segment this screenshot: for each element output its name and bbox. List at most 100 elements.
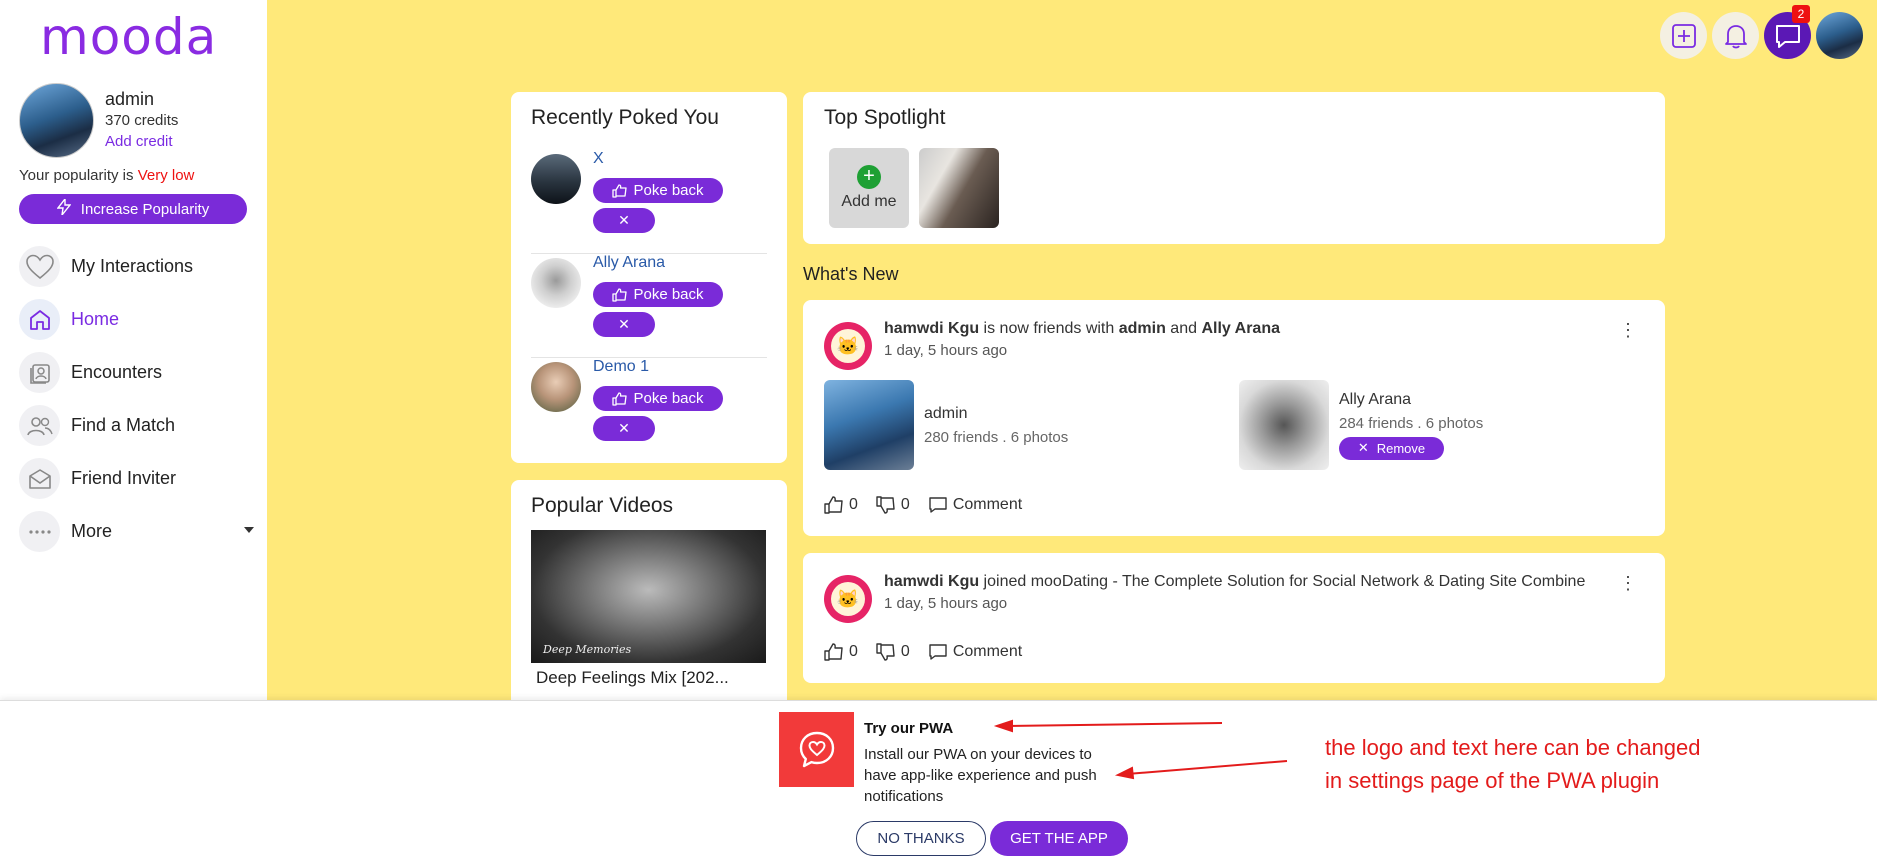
annotation-line: in settings page of the PWA plugin [1325, 768, 1660, 793]
sidebar-item-label: My Interactions [71, 256, 194, 276]
message-count-badge: 2 [1792, 5, 1810, 23]
pwa-install-banner: Try our PWA Install our PWA on your devi… [0, 700, 1877, 864]
add-credit-link[interactable]: Add credit [105, 131, 178, 152]
video-thumbnail-caption: Deep Memories [543, 643, 632, 656]
avatar[interactable] [531, 362, 581, 412]
sidebar-item-my-interactions[interactable]: My Interactions [19, 240, 254, 293]
top-spotlight-card: Top Spotlight + Add me [803, 92, 1665, 244]
sidebar-item-find-a-match[interactable]: Find a Match [19, 399, 254, 452]
avatar[interactable] [531, 258, 581, 308]
dislike-button[interactable]: 0 [876, 496, 910, 514]
thumb-up-icon [612, 183, 628, 198]
like-count: 0 [849, 643, 858, 660]
messages-button[interactable]: 2 [1764, 5, 1811, 59]
cat-icon: 🐱 [831, 582, 865, 616]
users-icon [19, 405, 60, 446]
feed-actions: 0 0 Comment [824, 496, 1040, 514]
poke-back-label: Poke back [633, 390, 704, 407]
poke-item: X Poke back ✕ [531, 150, 767, 254]
recently-poked-card: Recently Poked You X Poke back ✕ Ally Ar… [511, 92, 787, 463]
close-icon: ✕ [618, 316, 630, 332]
sidebar-item-label: More [71, 521, 113, 541]
friend-name[interactable]: Ally Arana [1339, 391, 1483, 409]
profile-summary: admin 370 credits Add credit [19, 83, 178, 158]
video-title[interactable]: Deep Feelings Mix [202... [536, 668, 729, 688]
close-icon: ✕ [1357, 440, 1369, 455]
increase-popularity-button[interactable]: Increase Popularity [19, 194, 247, 224]
remove-label: Remove [1376, 440, 1426, 456]
annotation-line: the logo and text here can be changed [1325, 735, 1701, 760]
poke-user-name[interactable]: Demo 1 [593, 358, 649, 376]
notifications-button[interactable] [1712, 12, 1759, 59]
poke-back-label: Poke back [633, 182, 704, 199]
comment-label: Comment [952, 643, 1023, 660]
plus-circle-icon: + [857, 165, 881, 189]
poke-back-button[interactable]: Poke back [593, 386, 723, 411]
feed-timestamp: 1 day, 5 hours ago [884, 595, 1008, 612]
avatar[interactable] [531, 154, 581, 204]
top-bar-actions: 2 [1655, 5, 1863, 59]
dislike-button[interactable]: 0 [876, 643, 910, 661]
poke-back-button[interactable]: Poke back [593, 178, 723, 203]
heart-icon [19, 246, 60, 287]
kebab-menu-icon[interactable]: ⋮ [1619, 320, 1637, 341]
whats-new-title: What's New [803, 264, 899, 284]
chat-icon [1775, 24, 1800, 48]
avatar[interactable]: 🐱 [824, 322, 872, 370]
more-icon [19, 511, 60, 552]
caret-down-icon [244, 527, 254, 533]
video-thumbnail[interactable]: Deep Memories [531, 530, 766, 663]
like-count: 0 [849, 496, 858, 513]
comment-icon [929, 644, 947, 660]
popularity-status: Your popularity is Very low [19, 167, 194, 184]
popular-videos-card: Popular Videos Deep Memories Deep Feelin… [511, 480, 787, 720]
comment-button[interactable]: Comment [928, 496, 1022, 514]
avatar[interactable] [19, 83, 94, 158]
thumb-up-icon [612, 287, 628, 302]
app-logo[interactable]: mooda [40, 8, 217, 66]
like-button[interactable]: 0 [824, 496, 858, 514]
profile-name[interactable]: admin [105, 89, 178, 110]
sidebar-item-label: Encounters [71, 362, 163, 382]
friend-name[interactable]: admin [924, 405, 1068, 423]
thumb-down-icon [876, 496, 895, 514]
add-me-label: Add me [841, 193, 897, 210]
sidebar-item-home[interactable]: Home [19, 293, 254, 346]
friend-card: admin 280 friends . 6 photos [824, 380, 1068, 470]
user-menu-avatar[interactable] [1816, 12, 1863, 59]
feed-actor-link[interactable]: hamwdi Kgu [884, 320, 979, 337]
sidebar-item-encounters[interactable]: Encounters [19, 346, 254, 399]
friend-photo[interactable] [1239, 380, 1329, 470]
thumb-down-icon [876, 643, 895, 661]
feed-timestamp: 1 day, 5 hours ago [884, 342, 1008, 359]
create-button[interactable] [1660, 12, 1707, 59]
spotlight-user-photo[interactable] [919, 148, 999, 228]
friend-card: Ally Arana 284 friends . 6 photos ✕ Remov… [1239, 380, 1483, 470]
mail-icon [19, 458, 60, 499]
dismiss-poke-button[interactable]: ✕ [593, 312, 655, 337]
poke-user-name[interactable]: Ally Arana [593, 254, 665, 272]
dismiss-poke-button[interactable]: ✕ [593, 416, 655, 441]
sidebar-item-more[interactable]: More [19, 505, 254, 558]
friend-photo[interactable] [824, 380, 914, 470]
feed-friend-link[interactable]: Ally Arana [1201, 320, 1280, 337]
sidebar-item-friend-inviter[interactable]: Friend Inviter [19, 452, 254, 505]
feed-actor-link[interactable]: hamwdi Kgu [884, 573, 979, 590]
feed-post-header: hamwdi Kgu joined mooDating - The Comple… [884, 573, 1585, 591]
avatar[interactable]: 🐱 [824, 575, 872, 623]
recently-poked-title: Recently Poked You [531, 106, 719, 129]
poke-user-name[interactable]: X [593, 150, 604, 168]
add-me-spotlight-button[interactable]: + Add me [829, 148, 909, 228]
thumb-up-icon [824, 496, 843, 514]
feed-actions: 0 0 Comment [824, 643, 1040, 661]
comment-label: Comment [952, 496, 1023, 513]
kebab-menu-icon[interactable]: ⋮ [1619, 573, 1637, 594]
comment-button[interactable]: Comment [928, 643, 1022, 661]
feed-friend-link[interactable]: admin [1119, 320, 1166, 337]
dismiss-poke-button[interactable]: ✕ [593, 208, 655, 233]
feed-post: 🐱 hamwdi Kgu joined mooDating - The Comp… [803, 553, 1665, 683]
remove-friend-button[interactable]: ✕ Remove [1339, 436, 1444, 460]
like-button[interactable]: 0 [824, 643, 858, 661]
poke-back-button[interactable]: Poke back [593, 282, 723, 307]
poke-item: Ally Arana Poke back ✕ [531, 254, 767, 358]
